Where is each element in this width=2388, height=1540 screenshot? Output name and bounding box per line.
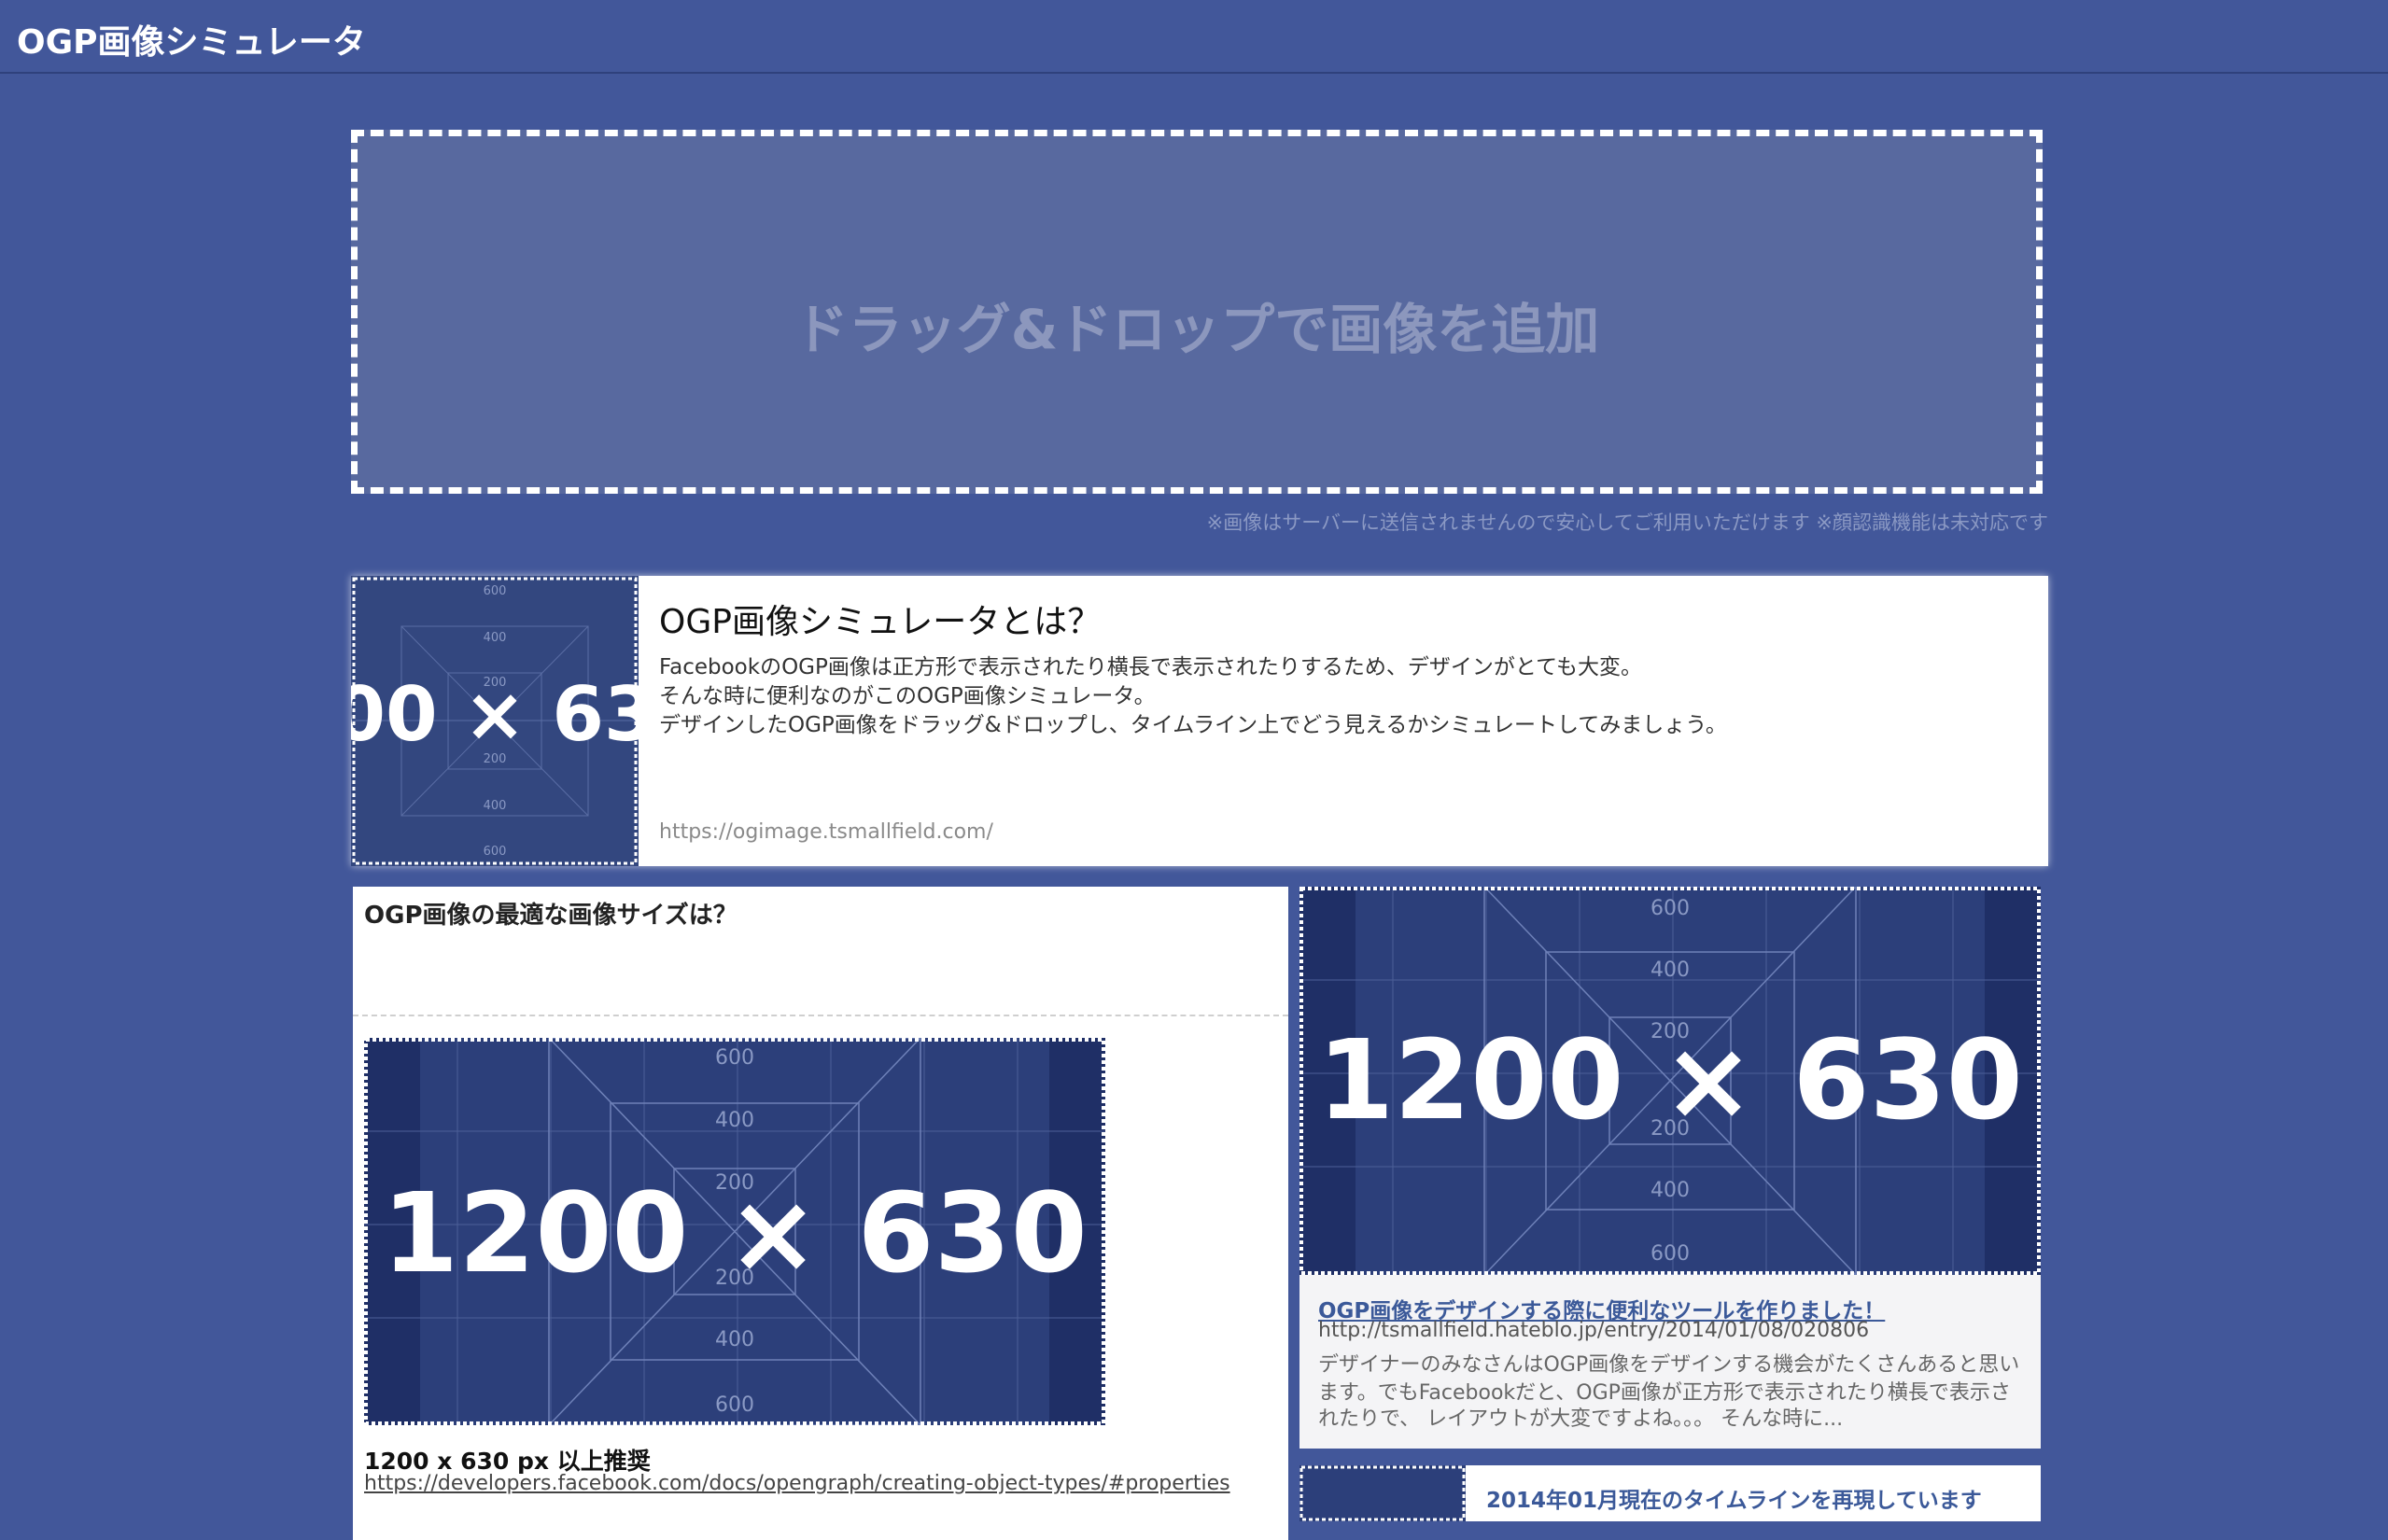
timeline-post-card: 2014年01月現在のタイムラインを再現しています bbox=[1299, 1465, 2041, 1521]
about-description-line: FacebookのOGP画像は正方形で表示されたり横長で表示されたりするため、デ… bbox=[659, 655, 1643, 679]
grid-label: 600 bbox=[484, 845, 507, 859]
placeholder-size-text: 1200 × 630 bbox=[382, 1169, 1088, 1297]
size-info-card: OGP画像の最適な画像サイズは？ 600 400 200 200 400 600… bbox=[353, 887, 1288, 1540]
grid-label: 400 bbox=[484, 631, 507, 645]
grid-label: 400 bbox=[1651, 1179, 1690, 1202]
grid-label: 600 bbox=[1651, 897, 1690, 920]
about-thumbnail: 600 400 200 200 400 600 00 × 63 bbox=[351, 576, 639, 866]
grid-label: 400 bbox=[715, 1328, 754, 1351]
placeholder-size-text: 1200 × 630 bbox=[1317, 1015, 2023, 1144]
grid-label: 600 bbox=[1651, 1242, 1690, 1266]
drop-zone-label: ドラッグ&ドロップで画像を追加 bbox=[794, 298, 1600, 361]
grid-label: 400 bbox=[484, 799, 507, 813]
placeholder-size-text: 00 × 63 bbox=[351, 671, 639, 758]
grid-label: 600 bbox=[715, 1393, 754, 1417]
grid-label: 600 bbox=[484, 584, 507, 598]
post-thumbnail bbox=[1299, 1465, 1466, 1521]
placeholder-image-wide: 600 400 200 200 400 600 1200 × 630 bbox=[364, 1037, 1105, 1426]
grid-label: 600 bbox=[715, 1046, 754, 1070]
privacy-note: ※画像はサーバーに送信されませんので安心してご利用いただけます ※顔認識機能は未… bbox=[1206, 511, 2048, 534]
timeline-post-card: 600 400 200 200 400 600 1200 × 630 OGP画像… bbox=[1299, 886, 2041, 1449]
placeholder-image-wide: 600 400 200 200 400 600 1200 × 630 bbox=[1299, 886, 2041, 1276]
grid-label: 400 bbox=[1651, 959, 1690, 982]
app-title: OGP画像シミュレータ bbox=[17, 23, 366, 62]
post-link-description: デザイナーのみなさんはOGP画像をデザインする機会がたくさんあると思い bbox=[1318, 1353, 2020, 1377]
post-link-title[interactable]: 2014年01月現在のタイムラインを再現しています bbox=[1486, 1482, 1982, 1514]
ogp-preview-timeline: 600 400 200 200 400 600 1200 × 630 bbox=[1299, 886, 2041, 1276]
size-info-title: OGP画像の最適な画像サイズは？ bbox=[364, 902, 737, 930]
about-description-line: デザインしたOGP画像をドラッグ&ドロップし、タイムライン上でどう見えるかシミュ… bbox=[659, 713, 1727, 737]
grid-label: 400 bbox=[715, 1109, 754, 1132]
post-link-description: れたりで、 レイアウトが大変ですよね。。。 そんな時に... bbox=[1318, 1407, 1844, 1431]
app-header: OGP画像シミュレータ bbox=[0, 0, 2388, 74]
about-title: OGP画像シミュレータとは？ bbox=[659, 603, 1102, 641]
placeholder-image-small bbox=[1299, 1465, 1466, 1521]
facebook-docs-link[interactable]: https://developers.facebook.com/docs/ope… bbox=[364, 1472, 1230, 1495]
divider bbox=[353, 1015, 1288, 1016]
about-description-line: そんな時に便利なのがこのOGP画像シミュレータ。 bbox=[659, 684, 1156, 708]
ogp-preview-wide: 600 400 200 200 400 600 1200 × 630 bbox=[364, 1037, 1105, 1426]
post-link-url: http://tsmallfield.hateblo.jp/entry/2014… bbox=[1318, 1319, 1870, 1342]
image-drop-zone[interactable]: ドラッグ&ドロップで画像を追加 bbox=[351, 130, 2043, 494]
about-url[interactable]: https://ogimage.tsmallfield.com/ bbox=[659, 820, 993, 844]
about-card: 600 400 200 200 400 600 00 × 63 OGP画像シミュ… bbox=[351, 576, 2048, 866]
placeholder-image-square: 600 400 200 200 400 600 00 × 63 bbox=[351, 576, 639, 866]
